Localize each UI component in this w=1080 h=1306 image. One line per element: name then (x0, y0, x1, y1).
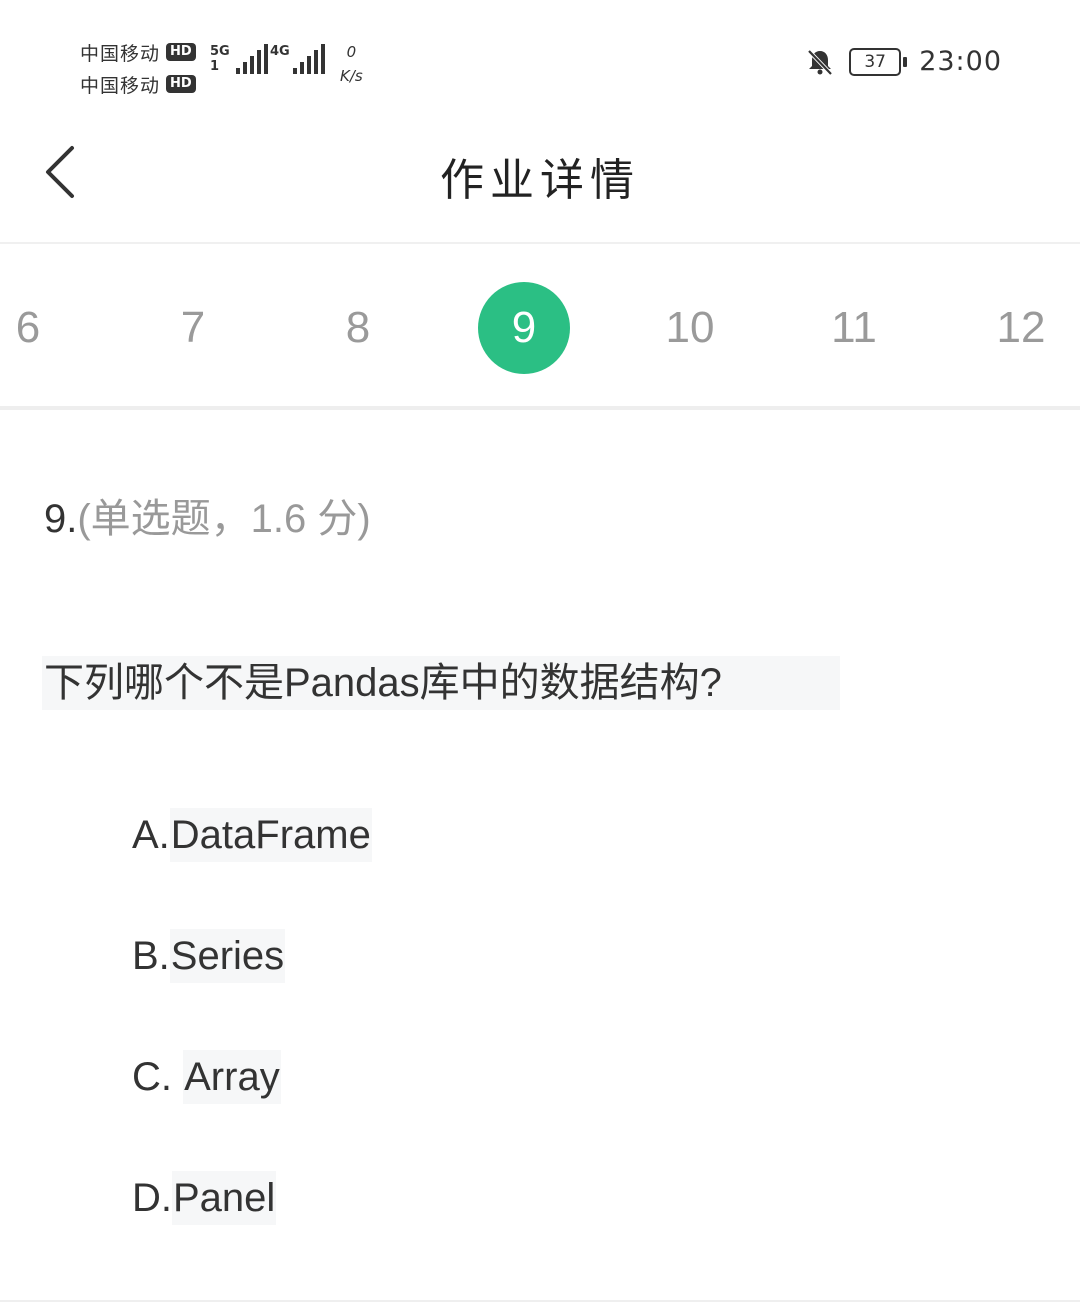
tab-question-9[interactable]: 9 (478, 282, 570, 374)
signal-5g-sublabel: 1 (210, 59, 220, 74)
signal-5g-label: 5G (210, 44, 230, 59)
bell-off-icon (807, 49, 833, 75)
tab-question-10[interactable]: 10 (644, 282, 736, 374)
tab-question-7[interactable]: 7 (147, 282, 239, 374)
hd-badge: HD (166, 75, 196, 93)
option-text: DataFrame (169, 808, 372, 862)
status-bar: 中国移动 HD 中国移动 HD 5G 1 4G 0 K/s 37 23:00 (0, 0, 1080, 120)
carrier-name-1: 中国移动 (80, 42, 161, 65)
top-nav-bar: 作业详情 (0, 120, 1080, 244)
question-header: 9.(单选题，1.6 分) (44, 486, 371, 544)
question-type-label: (单选题，1.6 分) (77, 497, 371, 541)
question-number: 9. (44, 497, 78, 541)
network-speed-value: 0 (346, 43, 357, 61)
tab-question-6[interactable]: 6 (0, 282, 74, 374)
tab-question-12[interactable]: 12 (975, 282, 1067, 374)
option-letter: B. (132, 933, 170, 978)
carrier-name-2: 中国移动 (80, 74, 161, 97)
hd-badge: HD (166, 43, 196, 61)
option-letter: C. (132, 1054, 184, 1099)
network-speed: 0 K/s (340, 40, 363, 88)
option-text: Array (183, 1050, 281, 1104)
signal-4g-icon: 4G (270, 44, 325, 74)
option-d[interactable]: D. Panel (132, 1171, 277, 1225)
option-letter: A. (132, 812, 170, 857)
status-right-group: 37 23:00 (805, 46, 1002, 77)
tab-question-8[interactable]: 8 (312, 282, 404, 374)
question-number-tabs: 6 7 8 9 10 11 12 (0, 244, 1080, 410)
option-a[interactable]: A. DataFrame (132, 808, 372, 862)
option-letter: D. (132, 1175, 172, 1220)
option-text: Series (169, 929, 286, 983)
battery-level: 37 (864, 51, 886, 72)
carrier-info: 中国移动 HD 中国移动 HD (80, 36, 196, 100)
page-title: 作业详情 (440, 155, 640, 206)
option-text: Panel (172, 1171, 277, 1225)
bottom-divider (0, 1300, 1080, 1302)
option-c[interactable]: C. Array (132, 1050, 281, 1104)
battery-icon: 37 (849, 47, 908, 76)
tab-question-11[interactable]: 11 (808, 282, 900, 374)
signal-5g-icon: 5G 1 (210, 44, 268, 74)
signal-4g-label: 4G (270, 44, 290, 59)
question-stem: 下列哪个不是Pandas库中的数据结构? (42, 656, 840, 710)
option-b[interactable]: B. Series (132, 929, 286, 983)
network-speed-unit: K/s (340, 67, 363, 85)
clock: 23:00 (919, 46, 1002, 77)
